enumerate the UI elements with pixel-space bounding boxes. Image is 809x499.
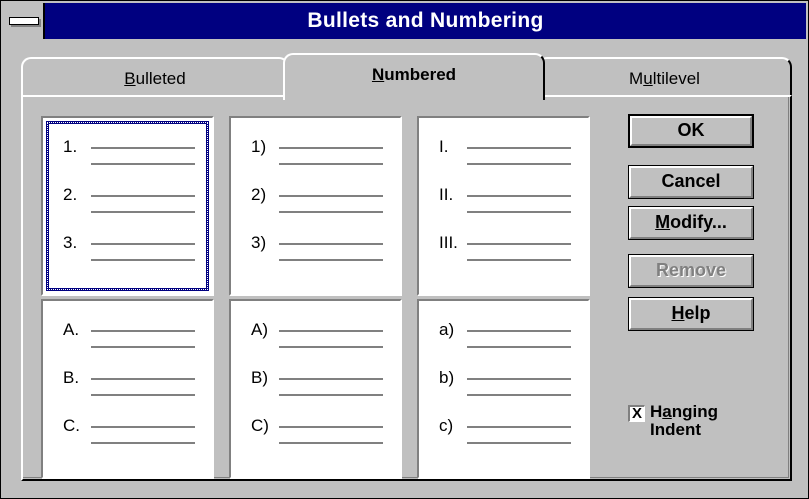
numbering-style-option[interactable]: 1. 2. 3. [41,116,214,296]
numbering-label: 1. [63,137,78,156]
numbering-preview-entry: B) [231,368,400,416]
preview-text-line [91,378,195,380]
preview-text-line [91,442,195,444]
preview-text-line [279,442,383,444]
help-button-label: Help [671,303,711,323]
numbering-preview-entry: 3. [43,233,212,281]
numbering-preview-entry: I. [419,137,588,185]
preview-text-line [467,346,571,348]
ok-button-label: OK [677,120,705,140]
preview-text-line [467,426,571,428]
numbering-preview-entry: 2) [231,185,400,233]
preview-text-line [279,330,383,332]
preview-text-line [91,330,195,332]
preview-text-line [467,195,571,197]
preview-text-line [91,211,195,213]
title-bar[interactable]: Bullets and Numbering [3,3,806,39]
preview-text-line [91,346,195,348]
numbering-preview-entry: 1. [43,137,212,185]
preview-text-line [91,147,195,149]
modify-button[interactable]: Modify... [628,206,754,240]
numbering-preview-entry: a) [419,320,588,368]
preview-text-line [467,442,571,444]
tab-numbered-label: Numbered [371,65,457,84]
numbering-preview-entry: 1) [231,137,400,185]
numbering-preview-entry: 3) [231,233,400,281]
tab-multilevel[interactable]: Multilevel [537,57,792,97]
remove-button[interactable]: Remove [628,254,754,288]
preview-text-line [91,259,195,261]
preview-text-line [279,147,383,149]
tab-multilevel-label: Multilevel [629,69,700,88]
tab-numbered[interactable]: Numbered [283,53,545,100]
help-button[interactable]: Help [628,297,754,331]
preview-text-line [279,243,383,245]
tab-bulleted-label: Bulleted [124,69,186,88]
preview-text-line [467,378,571,380]
cancel-button-label: Cancel [661,171,721,191]
numbering-preview-entry: A. [43,320,212,368]
preview-text-line [279,195,383,197]
dialog-title: Bullets and Numbering [307,9,544,32]
preview-text-line [91,195,195,197]
numbering-preview-entry: c) [419,416,588,464]
preview-text-line [91,163,195,165]
numbering-style-option[interactable]: A. B. C. [41,299,214,479]
tab-bulleted[interactable]: Bulleted [21,57,289,97]
numbering-style-option[interactable]: A) B) C) [229,299,402,479]
preview-text-line [279,394,383,396]
numbering-style-option[interactable]: a) b) c) [417,299,590,479]
preview-text-line [279,426,383,428]
preview-text-line [279,211,383,213]
numbering-preview-entry: A) [231,320,400,368]
ok-button[interactable]: OK [628,114,754,148]
remove-button-label: Remove [655,260,727,280]
hanging-indent-check-box[interactable]: X [628,405,645,422]
preview-text-line [467,330,571,332]
system-menu-icon [9,17,39,25]
numbering-preview-entry: b) [419,368,588,416]
numbering-label: 2. [63,185,78,204]
numbering-preview-entry: II. [419,185,588,233]
system-menu-button[interactable] [3,3,45,39]
cancel-button[interactable]: Cancel [628,165,754,199]
hanging-indent-label: Hanging Indent [650,402,719,439]
numbering-preview-entry: B. [43,368,212,416]
preview-text-line [91,426,195,428]
numbering-style-option[interactable]: 1) 2) 3) [229,116,402,296]
preview-text-line [279,259,383,261]
modify-button-label: Modify... [655,212,727,232]
preview-text-line [91,243,195,245]
preview-text-line [279,346,383,348]
preview-text-line [91,394,195,396]
preview-text-line [467,163,571,165]
preview-text-line [467,394,571,396]
preview-text-line [467,211,571,213]
numbering-preview-entry: III. [419,233,588,281]
preview-text-line [279,163,383,165]
preview-text-line [467,259,571,261]
preview-text-line [467,147,571,149]
numbering-preview-entry: C. [43,416,212,464]
numbering-preview-entry: C) [231,416,400,464]
preview-text-line [467,243,571,245]
bullets-numbering-dialog: Bullets and Numbering Bulleted Multileve… [0,0,809,499]
numbering-style-option[interactable]: I. II. III. [417,116,590,296]
preview-text-line [279,378,383,380]
numbering-label: 3. [63,233,78,252]
numbering-preview-entry: 2. [43,185,212,233]
